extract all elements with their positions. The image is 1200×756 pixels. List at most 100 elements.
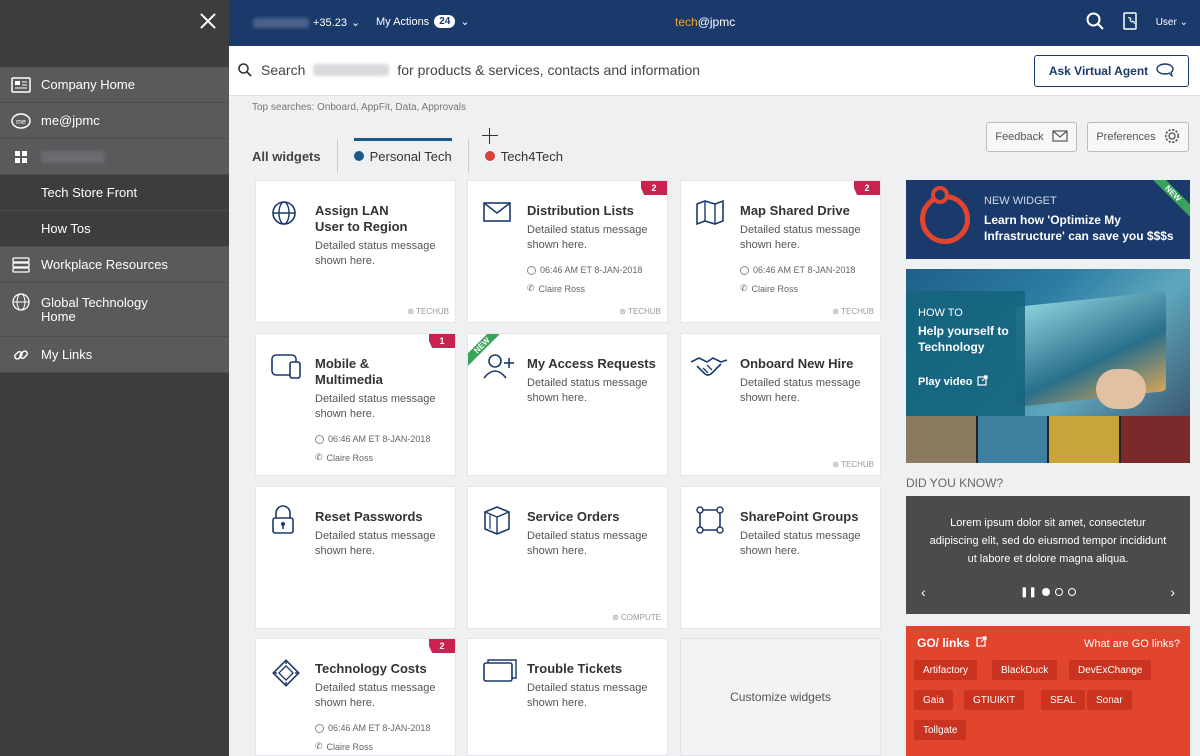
phone-directory-icon[interactable] bbox=[1122, 12, 1138, 33]
sidebar-item-label: Workplace Resources bbox=[41, 257, 168, 272]
mail-icon bbox=[482, 199, 512, 229]
my-actions-menu[interactable]: My Actions 24 ⌄ bbox=[376, 15, 470, 28]
clock-icon bbox=[315, 723, 324, 733]
user-plus-icon bbox=[482, 352, 514, 382]
widget-distribution-lists[interactable]: 2 Distribution Lists Detailed status mes… bbox=[467, 180, 668, 323]
techub-logo: ⊛ TECHUB bbox=[407, 307, 449, 316]
carousel-dot[interactable] bbox=[1054, 588, 1063, 596]
widget-status: Detailed status message shown here. bbox=[740, 377, 861, 404]
sidebar-item-label: Tech Store Front bbox=[41, 185, 138, 200]
go-link-chip[interactable]: Artifactory bbox=[914, 660, 978, 680]
globe-icon bbox=[270, 199, 300, 229]
go-links-heading[interactable]: GO/ links bbox=[917, 636, 987, 650]
search-bar[interactable]: Search for products & services, contacts… bbox=[229, 46, 1200, 96]
widget-mobile-multimedia[interactable]: 1 Mobile & Multimedia Detailed status me… bbox=[255, 333, 456, 476]
widget-onboard-new-hire[interactable]: Onboard New Hire Detailed status message… bbox=[680, 333, 881, 476]
sidebar-item-how-tos[interactable]: How Tos bbox=[0, 211, 229, 247]
sidebar-item-workplace-resources[interactable]: Workplace Resources bbox=[0, 247, 229, 283]
widget-status: Detailed status message shown here. bbox=[527, 224, 648, 251]
owner-label: Claire Ross bbox=[326, 741, 374, 752]
widget-map-shared-drive[interactable]: 2 Map Shared Drive Detailed status messa… bbox=[680, 180, 881, 323]
status-dot bbox=[353, 151, 364, 161]
logo-label: TECHUB bbox=[841, 307, 874, 316]
external-link-icon bbox=[977, 375, 989, 389]
widget-title: Map Shared Drive bbox=[740, 203, 850, 218]
clock-icon bbox=[315, 434, 324, 444]
handshake-icon bbox=[689, 352, 728, 382]
widget-reset-passwords[interactable]: Reset Passwords Detailed status message … bbox=[255, 486, 456, 629]
top-bar: +35.23 ⌄ My Actions 24 ⌄ tech@jpmc User … bbox=[229, 0, 1200, 46]
sidebar-item-global-technology-home[interactable]: Global Technology Home bbox=[0, 283, 229, 337]
widget-title: Distribution Lists bbox=[527, 203, 634, 218]
search-icon[interactable] bbox=[1086, 12, 1104, 33]
top-searches[interactable]: Top searches: Onboard, AppFit, Data, App… bbox=[252, 102, 466, 113]
widget-assign-lan[interactable]: Assign LAN User to Region Detailed statu… bbox=[255, 180, 456, 323]
pause-icon[interactable]: ❚❚ bbox=[1020, 587, 1037, 598]
count-badge: 1 bbox=[429, 334, 455, 348]
customize-widgets-button[interactable]: Customize widgets bbox=[680, 638, 881, 756]
sidebar-item-apps[interactable] bbox=[0, 139, 229, 175]
widget-title: Assign LAN User to Region bbox=[315, 203, 408, 234]
go-link-chip[interactable]: Tollgate bbox=[914, 720, 967, 740]
my-actions-label: My Actions bbox=[376, 15, 430, 28]
sidebar-item-label: How Tos bbox=[41, 221, 91, 236]
go-link-chip[interactable]: GTIUIKIT bbox=[964, 690, 1025, 710]
go-link-chip[interactable]: Sonar bbox=[1087, 690, 1132, 710]
carousel-dot[interactable] bbox=[1067, 588, 1076, 596]
go-link-chip[interactable]: BlackDuck bbox=[992, 660, 1058, 680]
map-icon bbox=[695, 199, 725, 229]
user-menu[interactable]: User ⌄ bbox=[1156, 17, 1188, 28]
preferences-button[interactable]: Preferences bbox=[1087, 122, 1189, 152]
widget-owner: ✆ Claire Ross bbox=[527, 283, 585, 294]
widget-my-access-requests[interactable]: NEW My Access Requests Detailed status m… bbox=[467, 333, 668, 476]
go-link-chip[interactable]: DevExChange bbox=[1069, 660, 1152, 680]
go-link-chip[interactable]: Gaia bbox=[914, 690, 954, 710]
count-badge: 2 bbox=[854, 181, 880, 195]
close-icon[interactable] bbox=[197, 10, 219, 32]
widget-status: Detailed status message shown here. bbox=[527, 377, 648, 404]
chat-bubble-icon bbox=[1156, 62, 1174, 80]
new-ribbon: NEW bbox=[1146, 180, 1190, 224]
grid-icon bbox=[10, 146, 32, 168]
search-input[interactable]: Search for products & services, contacts… bbox=[261, 62, 700, 78]
did-you-know-heading: DID YOU KNOW? bbox=[906, 476, 1004, 490]
sidebar-item-my-links[interactable]: My Links bbox=[0, 337, 229, 373]
external-link-icon bbox=[976, 636, 987, 650]
count-badge: 2 bbox=[429, 639, 455, 653]
play-video-link[interactable]: Play video bbox=[918, 375, 1013, 389]
widget-status: Detailed status message shown here. bbox=[315, 393, 436, 420]
logo-label: TECHUB bbox=[628, 307, 661, 316]
sidebar-item-me-jpmc[interactable]: me me@jpmc bbox=[0, 103, 229, 139]
thumbnail bbox=[1120, 416, 1190, 463]
clock-icon bbox=[740, 265, 749, 275]
carousel-dot[interactable] bbox=[1041, 588, 1050, 596]
time-label: 06:46 AM ET 8-JAN-2018 bbox=[328, 434, 431, 444]
widget-service-orders[interactable]: Service Orders Detailed status message s… bbox=[467, 486, 668, 629]
sidebar-item-company-home[interactable]: Company Home bbox=[0, 67, 229, 103]
ask-virtual-agent-button[interactable]: Ask Virtual Agent bbox=[1034, 55, 1189, 87]
go-link-chip[interactable]: SEAL bbox=[1041, 690, 1085, 710]
tab-personal-tech[interactable]: Personal Tech bbox=[338, 137, 468, 175]
brand-logo[interactable]: tech@jpmc bbox=[675, 15, 735, 29]
gear-icon bbox=[1164, 128, 1180, 147]
widget-trouble-tickets[interactable]: Trouble Tickets Detailed status message … bbox=[467, 638, 668, 756]
chevron-right-icon[interactable]: › bbox=[1170, 584, 1175, 600]
link-icon bbox=[10, 344, 32, 366]
tab-all-widgets[interactable]: All widgets bbox=[252, 137, 337, 175]
widget-sharepoint-groups[interactable]: SharePoint Groups Detailed status messag… bbox=[680, 486, 881, 629]
chevron-left-icon[interactable]: ‹ bbox=[921, 584, 926, 600]
feedback-button[interactable]: Feedback bbox=[986, 122, 1077, 152]
widget-timestamp: 06:46 AM ET 8-JAN-2018 bbox=[527, 265, 642, 275]
what-are-go-links-link[interactable]: What are GO links? bbox=[1084, 638, 1180, 650]
how-to-kicker: HOW TO bbox=[918, 307, 963, 319]
logo-label: COMPUTE bbox=[621, 613, 661, 622]
stock-ticker[interactable]: +35.23 ⌄ bbox=[253, 16, 360, 29]
sidebar-item-tech-store-front[interactable]: Tech Store Front bbox=[0, 175, 229, 211]
how-to-panel: HOW TO Help yourself to Technology Play … bbox=[906, 291, 1025, 421]
new-widget-promo[interactable]: NEW WIDGET Learn how 'Optimize My Infras… bbox=[906, 180, 1190, 259]
how-to-video-card[interactable]: HOW TO Help yourself to Technology Play … bbox=[906, 269, 1190, 463]
phone-icon: ✆ bbox=[740, 283, 748, 293]
widget-technology-costs[interactable]: 2 Technology Costs Detailed status messa… bbox=[255, 638, 456, 756]
count-badge: 2 bbox=[641, 181, 667, 195]
chevron-down-icon: ⌄ bbox=[460, 16, 470, 28]
